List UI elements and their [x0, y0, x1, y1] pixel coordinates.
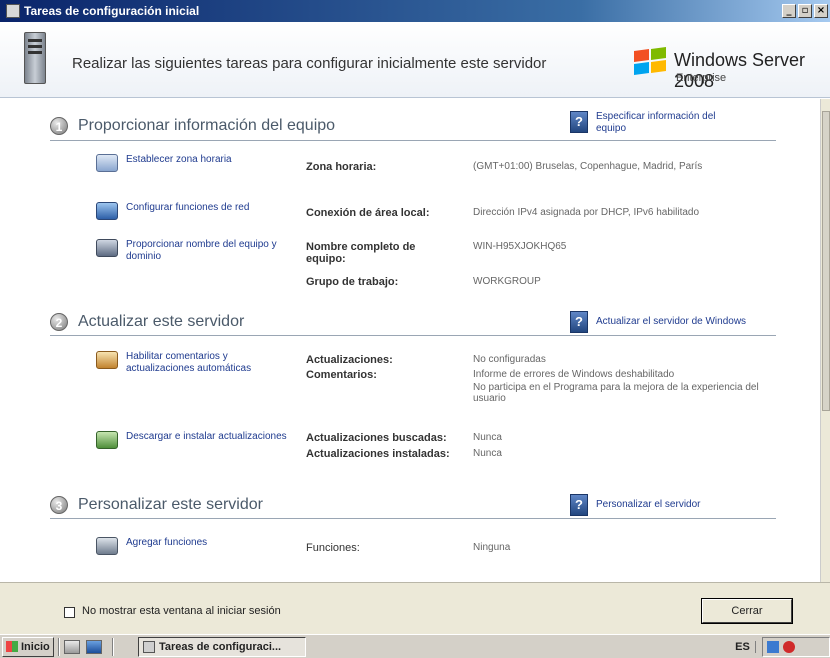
download-icon — [96, 431, 118, 449]
taskbar-separator — [112, 637, 114, 656]
users-icon — [96, 351, 118, 369]
task-value: Nunca — [473, 448, 502, 459]
clock-icon — [96, 154, 118, 172]
task-label: Actualizaciones instaladas: — [306, 448, 450, 460]
task-add-roles[interactable]: Agregar funciones — [96, 537, 296, 555]
help-link-text[interactable]: Personalizar el servidor — [596, 499, 746, 511]
network-icon — [96, 202, 118, 220]
footer-bar: No mostrar esta ventana al iniciar sesió… — [0, 582, 830, 634]
help-icon: ? — [570, 111, 588, 133]
task-label: Zona horaria: — [306, 161, 377, 173]
task-value: WORKGROUP — [473, 276, 541, 287]
task-link[interactable]: Establecer zona horaria — [126, 154, 296, 166]
task-label: Grupo de trabajo: — [306, 276, 399, 288]
scrollbar-thumb[interactable] — [822, 111, 830, 411]
computer-icon — [96, 239, 118, 257]
task-label: Actualizaciones: — [306, 354, 393, 366]
help-link-text[interactable]: Actualizar el servidor de Windows — [596, 316, 776, 328]
close-window-button[interactable]: × — [814, 4, 828, 18]
network-tray-icon[interactable] — [767, 641, 779, 653]
checkbox-label[interactable]: No mostrar esta ventana al iniciar sesió… — [82, 605, 281, 617]
taskbar-window-button[interactable]: Tareas de configuraci... — [138, 636, 306, 657]
alert-tray-icon[interactable] — [783, 641, 795, 653]
task-label: Funciones: — [306, 542, 360, 554]
task-label: Actualizaciones buscadas: — [306, 432, 447, 444]
title-bar: Tareas de configuración inicial _ ▫ × — [0, 0, 830, 22]
task-value: No participa en el Programa para la mejo… — [473, 382, 759, 404]
vertical-scrollbar[interactable] — [820, 99, 830, 582]
section-number: 3 — [50, 496, 68, 514]
close-button[interactable]: Cerrar — [701, 598, 793, 624]
task-label: Nombre completo de equipo: — [306, 241, 416, 265]
help-link-3[interactable]: ? Personalizar el servidor — [570, 494, 746, 516]
server-manager-icon[interactable] — [64, 639, 80, 654]
section-number: 2 — [50, 313, 68, 331]
section-3-header: 3 Personalizar este servidor — [50, 492, 263, 518]
brand-name: Windows Server 2008 — [674, 50, 806, 91]
section-title: Proporcionar información del equipo — [78, 117, 336, 134]
server-icon — [24, 32, 46, 84]
task-label: Comentarios: — [306, 369, 377, 381]
notification-area — [762, 637, 830, 657]
taskbar-separator — [58, 637, 60, 656]
task-value: Informe de errores de Windows deshabilit… — [473, 369, 675, 380]
minimize-button[interactable]: _ — [782, 4, 796, 18]
task-link[interactable]: Agregar funciones — [126, 537, 296, 549]
task-network[interactable]: Configurar funciones de red — [96, 202, 296, 220]
window-title: Tareas de configuración inicial — [24, 4, 200, 18]
start-button[interactable]: Inicio — [2, 636, 54, 657]
window-icon — [143, 640, 155, 653]
help-icon: ? — [570, 311, 588, 333]
task-value: Nunca — [473, 432, 502, 443]
task-value: WIN-H95XJOKHQ65 — [473, 241, 567, 252]
help-icon: ? — [570, 494, 588, 516]
task-label: Conexión de área local: — [306, 207, 430, 219]
taskbar: Inicio Tareas de configuraci... ES — [0, 634, 830, 658]
task-link[interactable]: Descargar e instalar actualizaciones — [126, 431, 296, 443]
task-time-zone[interactable]: Establecer zona horaria — [96, 154, 296, 172]
task-value: (GMT+01:00) Bruselas, Copenhague, Madrid… — [473, 161, 703, 172]
brand-edition: Enterprise — [676, 72, 727, 84]
restore-button[interactable]: ▫ — [798, 4, 812, 18]
add-roles-icon — [96, 537, 118, 555]
language-indicator[interactable]: ES — [730, 641, 756, 653]
section-divider — [50, 335, 776, 336]
system-tray: ES — [730, 637, 830, 657]
help-link-1[interactable]: ? Especificar información del equipo — [570, 111, 736, 135]
task-install-updates[interactable]: Descargar e instalar actualizaciones — [96, 431, 296, 449]
task-link[interactable]: Proporcionar nombre del equipo y dominio — [126, 239, 296, 263]
app-icon — [6, 4, 20, 18]
section-title: Actualizar este servidor — [78, 313, 245, 330]
task-auto-updates[interactable]: Habilitar comentarios y actualizaciones … — [96, 351, 296, 375]
help-link-text[interactable]: Especificar información del equipo — [596, 111, 736, 135]
task-link[interactable]: Habilitar comentarios y actualizaciones … — [126, 351, 296, 375]
section-number: 1 — [50, 117, 68, 135]
taskbar-window-label: Tareas de configuraci... — [159, 640, 282, 653]
section-1-header: 1 Proporcionar información del equipo — [50, 113, 335, 139]
task-value: Dirección IPv4 asignada por DHCP, IPv6 h… — [473, 207, 700, 218]
task-value: No configuradas — [473, 354, 546, 365]
section-title: Personalizar este servidor — [78, 496, 263, 513]
section-divider — [50, 140, 776, 141]
powershell-icon[interactable] — [86, 639, 102, 654]
dont-show-checkbox[interactable] — [64, 607, 75, 618]
task-computer-name[interactable]: Proporcionar nombre del equipo y dominio — [96, 239, 296, 263]
windows-logo-icon — [634, 46, 668, 76]
start-label: Inicio — [21, 640, 50, 653]
header-text: Realizar las siguientes tareas para conf… — [72, 55, 547, 72]
help-link-2[interactable]: ? Actualizar el servidor de Windows — [570, 311, 776, 333]
section-2-header: 2 Actualizar este servidor — [50, 309, 244, 335]
task-link[interactable]: Configurar funciones de red — [126, 202, 296, 214]
section-divider — [50, 518, 776, 519]
header-banner: Realizar las siguientes tareas para conf… — [0, 22, 830, 98]
task-list-panel: 1 Proporcionar información del equipo ? … — [0, 99, 820, 582]
task-value: Ninguna — [473, 542, 511, 553]
windows-flag-icon — [6, 641, 18, 652]
